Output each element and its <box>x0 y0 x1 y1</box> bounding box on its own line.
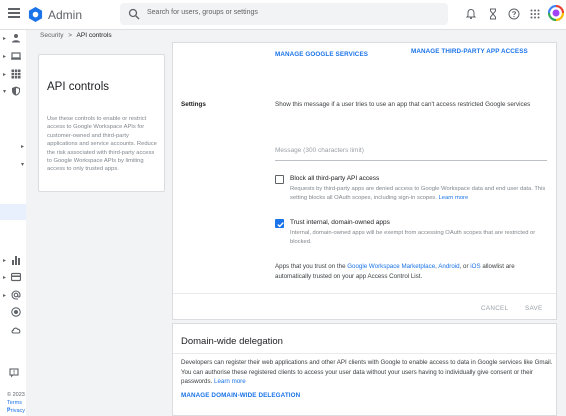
apps-icon <box>11 69 21 79</box>
nav-item-rules[interactable] <box>0 306 26 320</box>
delegation-learn-more-link[interactable]: Learn more <box>214 378 246 385</box>
nav-item-billing[interactable]: ▸ ⋮ <box>0 271 30 285</box>
block-description-text: Requests by third-party apps are denied … <box>290 186 546 201</box>
learn-more-link[interactable]: Learn more <box>439 195 469 201</box>
marketplace-link[interactable]: Google Workspace Marketplace <box>347 263 435 270</box>
block-third-party-label: Block all third-party API access <box>290 175 380 182</box>
collapse-arrow-icon: ▾ <box>21 162 25 168</box>
at-sign-icon <box>11 290 21 300</box>
expand-arrow-icon: ▸ <box>3 72 7 78</box>
trust-text-sep: , or <box>459 263 471 270</box>
nav-subitem[interactable]: ⋮ <box>0 110 30 124</box>
manage-domain-wide-delegation-button[interactable]: MANAGE DOMAIN-WIDE DELEGATION <box>181 392 300 399</box>
message-input[interactable]: Message (300 characters limit) <box>275 147 547 161</box>
breadcrumb-current: API controls <box>76 32 112 39</box>
third-party-settings-card: MANAGE GOOGLE SERVICES MANAGE THIRD-PART… <box>172 42 557 320</box>
search-icon <box>128 8 140 20</box>
save-button[interactable]: SAVE <box>525 305 543 312</box>
bar-chart-icon <box>12 256 20 265</box>
nav-subitem[interactable]: ▾ <box>0 158 26 172</box>
nav-item-security[interactable]: ▾ ⋮ <box>0 85 30 99</box>
checkmark-icon <box>276 221 284 227</box>
hourglass-icon[interactable] <box>487 8 499 20</box>
card-divider <box>173 293 556 294</box>
expand-arrow-icon: ▸ <box>21 144 25 150</box>
account-avatar-icon[interactable] <box>548 5 564 21</box>
devices-icon <box>11 52 21 60</box>
breadcrumb-security[interactable]: Security <box>40 32 63 39</box>
search-bar[interactable]: Search for users, groups or settings <box>120 3 448 25</box>
notifications-bell-icon[interactable] <box>465 8 477 20</box>
top-bar: Admin Search for users, groups or settin… <box>0 0 566 30</box>
expand-arrow-icon: ▸ <box>3 54 7 60</box>
nav-item-devices[interactable]: ▸ ⋮ <box>0 50 30 64</box>
nav-item-storage[interactable] <box>0 324 26 338</box>
left-nav-rail: ▸ ⋮ ▸ ⋮ ▸ ⋮ ▾ ⋮ ⋮ ▸ ▾ ▸ ⋮ ▸ ⋮ ▸ ⋮ <box>0 30 30 416</box>
nav-item-apps[interactable]: ▸ ⋮ <box>0 68 30 82</box>
admin-logo-icon[interactable] <box>28 7 43 22</box>
main-menu-icon[interactable] <box>8 8 20 20</box>
cancel-button[interactable]: CANCEL <box>481 305 508 312</box>
nav-item-account[interactable]: ▸ ⋮ <box>0 289 30 303</box>
android-link[interactable]: Android <box>438 263 459 270</box>
credit-card-icon <box>11 272 21 282</box>
manage-google-services-button[interactable]: MANAGE GOOGLE SERVICES <box>275 51 368 58</box>
block-third-party-description: Requests by third-party apps are denied … <box>290 185 548 203</box>
delegation-title: Domain-wide delegation <box>181 336 283 347</box>
nav-item-reporting[interactable]: ▸ ⋮ <box>0 254 30 268</box>
expand-arrow-icon: ▸ <box>3 275 7 281</box>
expand-arrow-icon: ▸ <box>3 36 7 42</box>
expand-arrow-icon: ▸ <box>3 293 7 299</box>
nav-subitem-api-controls-selected[interactable] <box>0 204 26 220</box>
page-title: API controls <box>47 81 109 93</box>
ios-link[interactable]: iOS <box>470 263 480 270</box>
trust-internal-apps-label: Trust internal, domain-owned apps <box>290 219 390 226</box>
shield-icon <box>12 86 20 96</box>
trust-internal-apps-description: Internal, domain-owned apps will be exem… <box>290 230 536 245</box>
feedback-button[interactable]: ⋮ <box>0 367 30 381</box>
trusted-apps-text: Apps that you trust on the Google Worksp… <box>275 262 545 282</box>
manage-third-party-access-button[interactable]: MANAGE THIRD-PARTY APP ACCESS <box>411 48 528 55</box>
collapse-arrow-icon: ▾ <box>3 89 7 95</box>
block-third-party-checkbox[interactable] <box>275 175 284 184</box>
domain-wide-delegation-card: Domain-wide delegation Developers can re… <box>172 323 557 416</box>
privacy-link[interactable]: Privacy <box>7 408 25 414</box>
expand-arrow-icon: ▸ <box>3 258 7 264</box>
nav-item-directory[interactable]: ▸ ⋮ <box>0 32 30 46</box>
message-description: Show this message if a user tries to use… <box>275 101 531 108</box>
breadcrumb-separator: > <box>68 32 73 39</box>
target-icon <box>11 307 21 317</box>
app-title[interactable]: Admin <box>48 8 82 22</box>
person-icon <box>12 34 20 43</box>
breadcrumb: Security > API controls <box>40 32 112 39</box>
cloud-icon <box>11 327 21 334</box>
feedback-icon <box>9 368 19 378</box>
card-divider <box>173 353 556 354</box>
trust-internal-apps-checkbox[interactable] <box>275 219 284 228</box>
apps-grid-icon[interactable] <box>529 8 541 20</box>
trust-text-prefix: Apps that you trust on the <box>275 263 348 270</box>
copyright-text: © 2023 <box>7 392 25 398</box>
delegation-description: Developers can register their web applic… <box>181 358 553 387</box>
settings-label: Settings <box>181 101 206 108</box>
page-description: Use these controls to enable or restrict… <box>47 116 157 173</box>
side-info-card: API controls Use these controls to enabl… <box>38 54 165 192</box>
search-input[interactable]: Search for users, groups or settings <box>147 9 258 16</box>
nav-subitem[interactable]: ▸ <box>0 140 26 154</box>
help-icon[interactable] <box>508 8 520 20</box>
